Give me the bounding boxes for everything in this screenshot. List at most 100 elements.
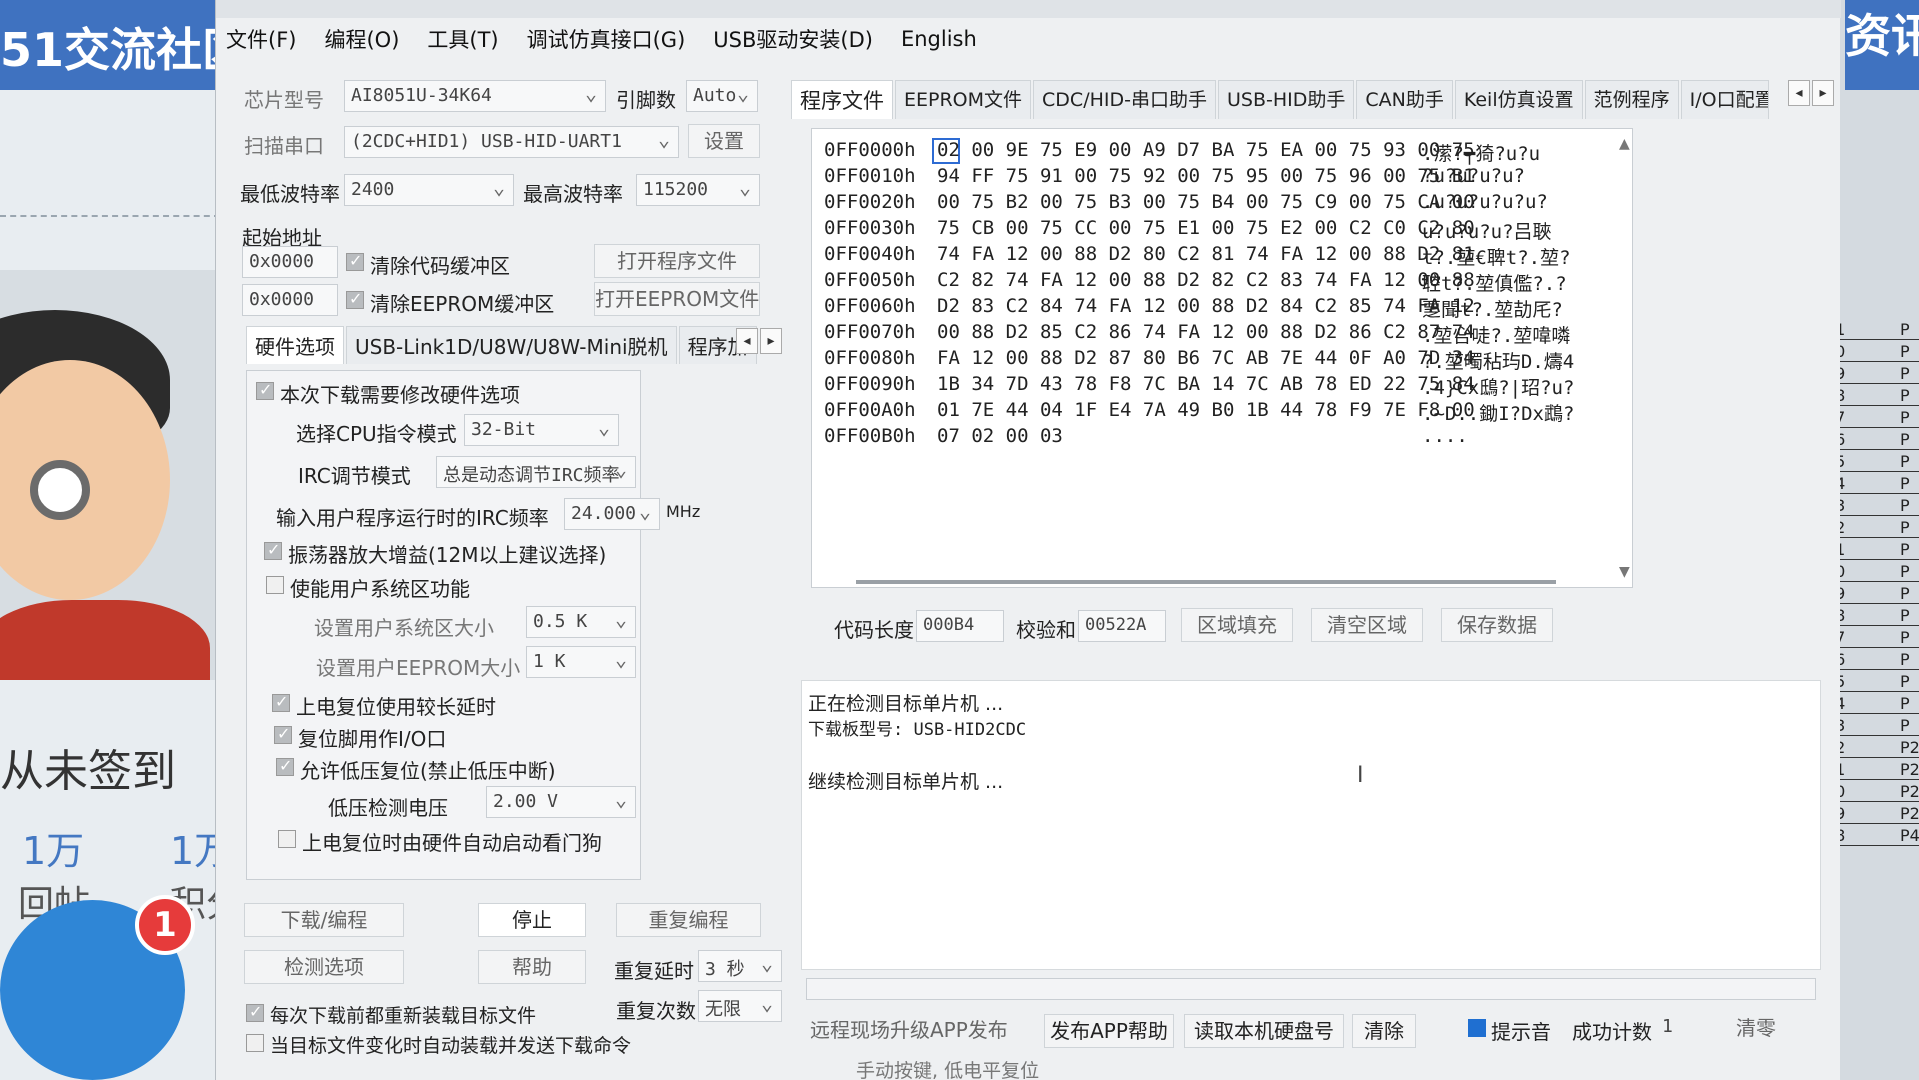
pins-select[interactable]: Auto xyxy=(686,80,758,112)
ruler-pin: P xyxy=(1900,518,1910,537)
tab-usb-link-offline[interactable]: USB-Link1D/U8W/U8W-Mini脱机 xyxy=(346,326,677,364)
open-program-file-button[interactable]: 打开程序文件 xyxy=(594,244,760,278)
ruler-pin: P xyxy=(1900,562,1910,581)
hex-addr: 0FF0040h xyxy=(824,243,916,265)
tab-scroll-right-icon[interactable]: ▸ xyxy=(760,328,782,354)
irc-mode-label: IRC调节模式 xyxy=(298,464,411,488)
menu-tools[interactable]: 工具(T) xyxy=(427,24,498,54)
hex-editor[interactable]: 0FF0000h 02 00 9E 75 E9 00 A9 D7 BA 75 EA… xyxy=(811,128,1633,588)
clear-eeprom-checkbox[interactable] xyxy=(346,289,364,309)
reset-io-checkbox[interactable] xyxy=(274,724,292,744)
tab-examples[interactable]: 范例程序 xyxy=(1584,80,1679,119)
lvr-checkbox[interactable] xyxy=(276,756,294,776)
download-program-button[interactable]: 下载/编程 xyxy=(244,903,404,937)
repeat-delay-label: 重复延时 xyxy=(614,959,694,983)
lvd-select[interactable]: 2.00 V xyxy=(486,786,636,818)
tab-keil-settings[interactable]: Keil仿真设置 xyxy=(1454,80,1583,119)
tab-usb-hid-assistant[interactable]: USB-HID助手 xyxy=(1217,80,1355,119)
hex-vertical-scrollbar[interactable]: ▲ ▼ xyxy=(1611,128,1641,588)
eeprom-start-address[interactable]: 0x0000 xyxy=(242,284,338,316)
tab-program-file[interactable]: 程序文件 xyxy=(791,80,893,119)
checksum-value: 00522A xyxy=(1078,610,1166,642)
irc-mode-select[interactable]: 总是动态调节IRC频率 xyxy=(436,456,636,488)
fill-area-button[interactable]: 区域填充 xyxy=(1181,608,1293,642)
clear-area-button[interactable]: 清空区域 xyxy=(1311,608,1423,642)
clear-code-checkbox[interactable] xyxy=(346,251,364,271)
site-header-logo: 51交流社区 xyxy=(0,0,240,90)
stop-button[interactable]: 停止 xyxy=(478,903,586,937)
menu-english[interactable]: English xyxy=(901,27,977,51)
user-sys-checkbox[interactable] xyxy=(266,576,284,594)
hex-horizontal-scrollbar[interactable] xyxy=(856,580,1556,584)
long-delay-checkbox[interactable] xyxy=(272,692,290,712)
menu-file[interactable]: 文件(F) xyxy=(226,24,296,54)
log-output[interactable]: 正在检测目标单片机 ... 下载板型号: USB-HID2CDC 继续检测目标单… xyxy=(801,680,1821,970)
sound-checkbox[interactable] xyxy=(1468,1019,1486,1037)
right-tab-right-icon[interactable]: ▸ xyxy=(1812,80,1834,106)
scroll-down-icon[interactable]: ▼ xyxy=(1619,564,1630,580)
menu-debug[interactable]: 调试仿真接口(G) xyxy=(527,24,686,54)
save-data-button[interactable]: 保存数据 xyxy=(1441,608,1553,642)
repeat-count-select[interactable]: 无限 xyxy=(698,990,782,1022)
menu-program[interactable]: 编程(O) xyxy=(324,24,399,54)
read-disk-button[interactable]: 读取本机硬盘号 xyxy=(1184,1014,1344,1048)
check-options-button[interactable]: 检测选项 xyxy=(244,950,404,984)
tab-eeprom-file[interactable]: EEPROM文件 xyxy=(895,80,1032,119)
ruler-pin: P xyxy=(1900,386,1910,405)
remote-upgrade-button[interactable]: 远程现场升级APP发布 xyxy=(810,1014,1008,1048)
auto-send-checkbox[interactable] xyxy=(246,1034,264,1052)
cpu-mode-select[interactable]: 32-Bit xyxy=(464,414,619,446)
tab-hardware-options[interactable]: 硬件选项 xyxy=(246,326,344,364)
chip-select[interactable]: AI8051U-34K64 xyxy=(344,80,606,112)
reload-file-label: 每次下载前都重新装载目标文件 xyxy=(270,1005,537,1027)
ruler-pin: P xyxy=(1900,716,1910,735)
isp-window: 文件(F) 编程(O) 工具(T) 调试仿真接口(G) USB驱动安装(D) E… xyxy=(215,0,1841,1080)
tab-scroll-left-icon[interactable]: ◂ xyxy=(736,328,758,354)
chip-label: 芯片型号 xyxy=(244,88,324,112)
bottom-hint: 手动按键, 低电平复位 xyxy=(856,1060,1040,1080)
modify-hw-checkbox[interactable] xyxy=(256,380,274,400)
tab-io-config[interactable]: I/O口配置 xyxy=(1680,80,1769,119)
reset-count-button[interactable]: 清零 xyxy=(1726,1012,1786,1046)
ruler-pin: P2 xyxy=(1900,760,1919,779)
irc-freq-input[interactable]: 24.000 xyxy=(564,498,660,530)
code-start-address[interactable]: 0x0000 xyxy=(242,246,338,278)
tab-can-assistant[interactable]: CAN助手 xyxy=(1356,80,1453,119)
repeat-count-label: 重复次数 xyxy=(616,999,696,1023)
scroll-up-icon[interactable]: ▲ xyxy=(1619,136,1630,152)
open-eeprom-file-button[interactable]: 打开EEPROM文件 xyxy=(594,282,760,316)
hex-bytes: C2 82 74 FA 12 00 88 D2 82 C2 83 74 FA 1… xyxy=(937,269,1475,291)
min-baud-select[interactable]: 2400 xyxy=(344,174,514,206)
hex-addr: 0FF0050h xyxy=(824,269,916,291)
ruler-pin: P xyxy=(1900,452,1910,471)
menu-bar: 文件(F) 编程(O) 工具(T) 调试仿真接口(G) USB驱动安装(D) E… xyxy=(216,18,1841,60)
hex-bytes: D2 83 C2 84 74 FA 12 00 88 D2 84 C2 85 7… xyxy=(937,295,1475,317)
hex-addr: 0FF0030h xyxy=(824,217,916,239)
help-button[interactable]: 帮助 xyxy=(478,950,586,984)
clear-code-label: 清除代码缓冲区 xyxy=(370,254,510,278)
max-baud-select[interactable]: 115200 xyxy=(636,174,760,206)
osc-gain-checkbox[interactable] xyxy=(264,540,282,560)
right-tab-left-icon[interactable]: ◂ xyxy=(1788,80,1810,106)
ruler-pin: P xyxy=(1900,540,1910,559)
lvr-label: 允许低压复位(禁止低压中断) xyxy=(300,759,556,783)
clear-log-button[interactable]: 清除 xyxy=(1352,1014,1416,1048)
hex-ascii: .潆?┯猗?u?u xyxy=(1422,143,1541,165)
publish-help-button[interactable]: 发布APP帮助 xyxy=(1044,1014,1174,1048)
repeat-delay-select[interactable]: 3 秒 xyxy=(698,950,782,982)
reset-io-label: 复位脚用作I/O口 xyxy=(298,727,447,751)
progress-bar xyxy=(806,978,1816,1000)
eeprom-size-select[interactable]: 1 K xyxy=(526,646,636,678)
repeat-program-button[interactable]: 重复编程 xyxy=(616,903,761,937)
sys-size-select[interactable]: 0.5 K xyxy=(526,606,636,638)
hex-bytes: 75 CB 00 75 CC 00 75 E1 00 75 E2 00 C2 C… xyxy=(937,217,1475,239)
menu-usb-driver[interactable]: USB驱动安装(D) xyxy=(713,24,873,54)
hex-addr: 0FF0080h xyxy=(824,347,916,369)
watchdog-checkbox[interactable] xyxy=(278,830,296,848)
hex-ascii: .... xyxy=(1422,425,1468,447)
port-select[interactable]: (2CDC+HID1) USB-HID-UART1 xyxy=(344,126,679,158)
tab-serial-assistant[interactable]: CDC/HID-串口助手 xyxy=(1033,80,1216,119)
port-label: 扫描串口 xyxy=(244,134,324,158)
reload-file-checkbox[interactable] xyxy=(246,1002,264,1022)
settings-button[interactable]: 设置 xyxy=(688,124,760,158)
